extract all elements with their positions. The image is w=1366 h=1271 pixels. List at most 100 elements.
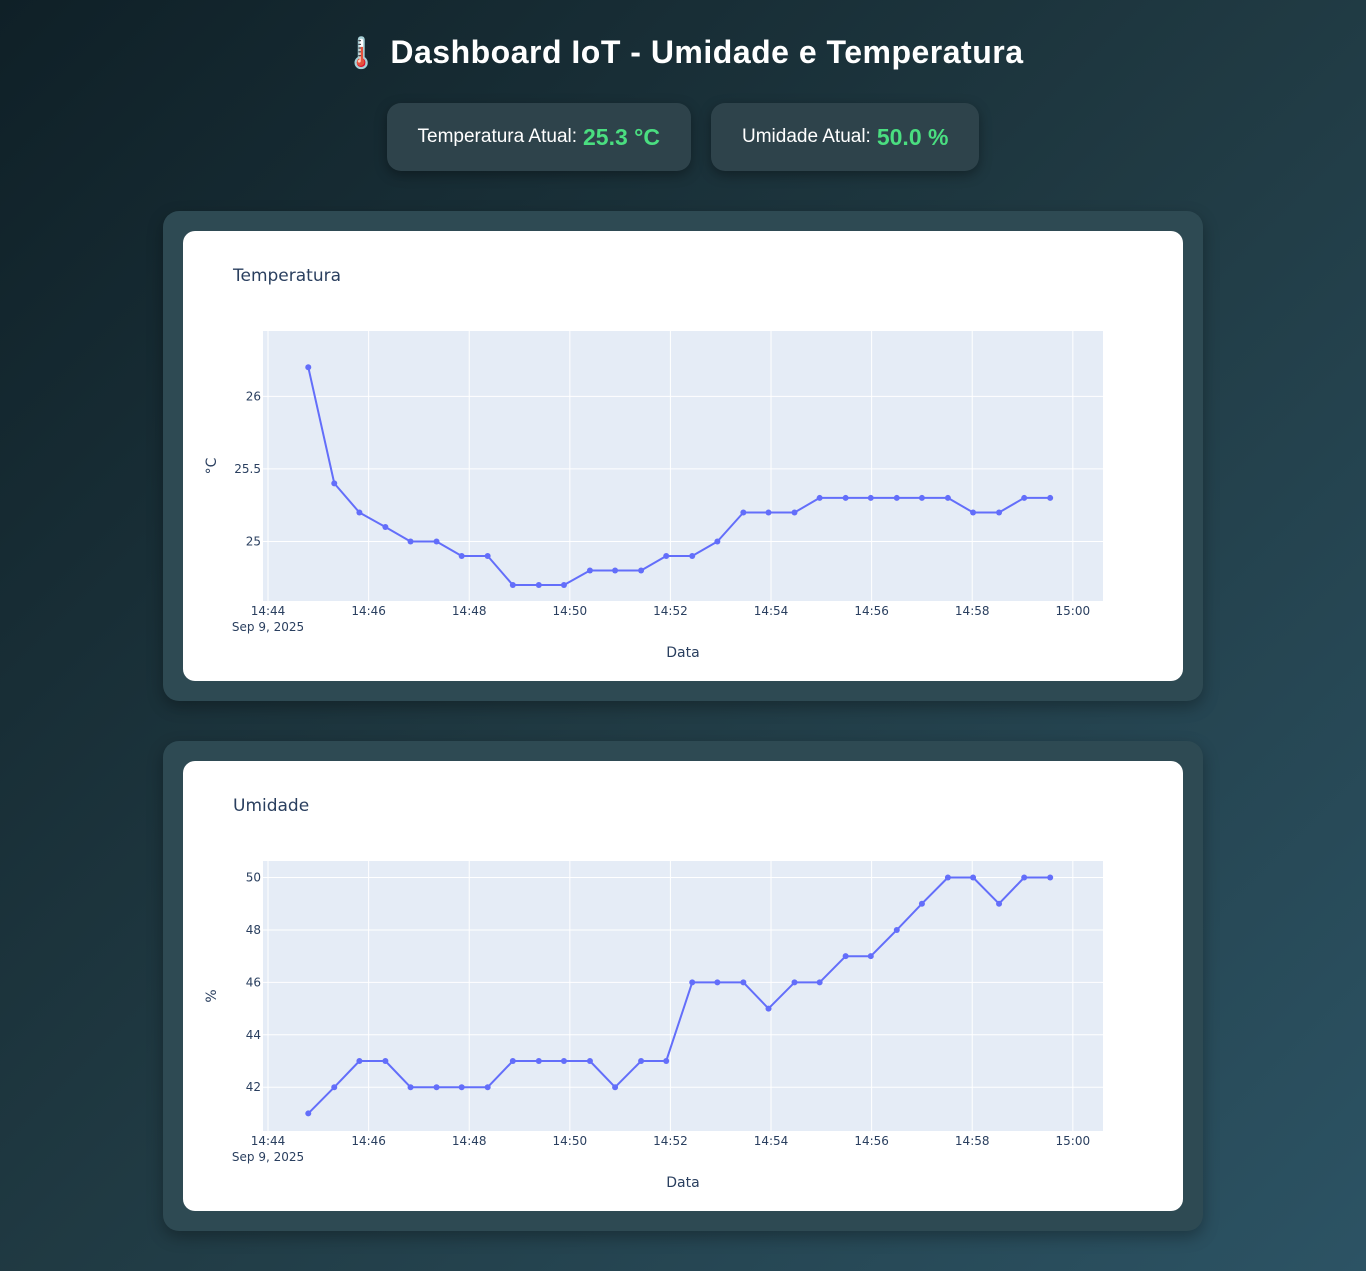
data-point — [612, 1084, 619, 1091]
data-point — [356, 509, 363, 516]
data-point — [714, 979, 721, 986]
x-tick-label: 14:56 — [854, 1134, 889, 1148]
x-tick-label: 14:44 — [251, 1134, 286, 1148]
chart-title: Umidade — [233, 796, 309, 816]
x-axis-title: Data — [666, 645, 699, 661]
data-point — [407, 1084, 414, 1091]
data-point — [356, 1058, 363, 1065]
data-point — [893, 494, 900, 501]
data-point — [638, 567, 645, 574]
data-point — [509, 582, 516, 589]
data-point — [740, 509, 747, 516]
humidity-chart-svg[interactable]: Umidade 14:44 14:46 14:48 14:50 14:52 14:54 14:… — [183, 761, 1183, 1211]
data-point — [996, 509, 1003, 516]
data-point — [331, 480, 338, 487]
data-point — [638, 1058, 645, 1065]
data-point — [535, 582, 542, 589]
x-tick-label: 14:54 — [754, 1134, 789, 1148]
data-point — [382, 1058, 389, 1065]
data-point — [382, 523, 389, 530]
y-tick-label: 25.5 — [234, 462, 261, 476]
x-tick-label: 15:00 — [1056, 604, 1091, 618]
data-point — [918, 900, 925, 907]
data-point — [331, 1084, 338, 1091]
humidity-value: 50.0 % — [876, 123, 949, 150]
plot-area — [263, 331, 1103, 601]
data-point — [560, 582, 567, 589]
data-point — [970, 509, 977, 516]
humidity-chart[interactable]: Umidade 14:44 14:46 14:48 14:50 14:52 14:54 14:… — [183, 761, 1183, 1211]
data-point — [407, 538, 414, 545]
x-tick-label: 14:48 — [452, 604, 487, 618]
data-point — [996, 900, 1003, 907]
data-point — [689, 553, 696, 559]
temperature-panel: Temperatura 14:44 14:46 14:48 14:50 14:52 14:5… — [163, 211, 1203, 701]
x-tick-label: 14:56 — [854, 604, 889, 618]
y-tick-label: 46 — [246, 975, 261, 989]
data-point — [458, 1084, 465, 1091]
data-point — [305, 364, 312, 371]
data-point — [560, 1058, 567, 1065]
temperature-label: Temperatura Atual: — [417, 126, 578, 147]
x-tick-label: 14:50 — [553, 1134, 588, 1148]
data-point — [765, 509, 772, 516]
temperature-chart[interactable]: Temperatura 14:44 14:46 14:48 14:50 14:52 14:5… — [183, 231, 1183, 681]
plot-area — [263, 861, 1103, 1131]
data-point — [305, 1110, 312, 1117]
data-point — [714, 538, 721, 545]
page-title: 🌡️ Dashboard IoT - Umidade e Temperatura — [0, 34, 1366, 71]
data-point — [1021, 874, 1028, 881]
data-point — [509, 1058, 516, 1065]
y-tick-label: 48 — [246, 923, 261, 937]
data-point — [893, 926, 900, 933]
x-tick-label: 15:00 — [1056, 1134, 1091, 1148]
data-point — [612, 567, 619, 574]
data-point — [433, 538, 440, 545]
y-tick-label: 50 — [246, 871, 261, 885]
temperature-chart-svg[interactable]: Temperatura 14:44 14:46 14:48 14:50 14:52 14:5… — [183, 231, 1183, 681]
data-point — [918, 494, 925, 501]
x-tick-label: 14:52 — [653, 604, 688, 618]
data-point — [740, 979, 747, 986]
chart-title: Temperatura — [232, 266, 341, 286]
data-point — [433, 1084, 440, 1091]
x-tick-label: 14:46 — [351, 1134, 386, 1148]
humidity-panel: Umidade 14:44 14:46 14:48 14:50 14:52 14:54 14:… — [163, 741, 1203, 1231]
data-point — [867, 953, 874, 960]
x-tick-label: 14:58 — [955, 604, 990, 618]
humidity-card: Umidade Atual: 50.0 % — [710, 103, 980, 171]
data-point — [1047, 494, 1054, 501]
y-tick-label: 25 — [246, 534, 261, 548]
data-point — [458, 553, 465, 559]
x-tick-label: 14:52 — [653, 1134, 688, 1148]
data-point — [765, 1005, 772, 1012]
x-axis-title: Data — [666, 1175, 699, 1191]
data-point — [535, 1058, 542, 1065]
data-point — [816, 979, 823, 986]
x-tick-label: 14:48 — [452, 1134, 487, 1148]
data-point — [944, 494, 951, 501]
x-tick-label: 14:50 — [553, 604, 588, 618]
data-point — [586, 1058, 593, 1065]
data-point — [689, 979, 696, 986]
temperature-card: Temperatura Atual: 25.3 °C — [386, 103, 691, 171]
data-point — [663, 553, 670, 559]
data-point — [586, 567, 593, 574]
data-point — [842, 494, 849, 501]
data-point — [816, 494, 823, 501]
data-point — [1021, 494, 1028, 501]
y-tick-label: 44 — [246, 1028, 261, 1042]
data-point — [791, 509, 798, 516]
x-tick-label: 14:46 — [351, 604, 386, 618]
x-tick-label: 14:58 — [955, 1134, 990, 1148]
data-point — [484, 553, 491, 559]
thermometer-icon: 🌡️ — [342, 37, 381, 70]
x-date-label: Sep 9, 2025 — [232, 1150, 304, 1164]
y-axis-title: °C — [204, 457, 220, 474]
page-title-text: Dashboard IoT - Umidade e Temperatura — [390, 34, 1024, 70]
data-point — [842, 953, 849, 960]
data-point — [791, 979, 798, 986]
x-date-label: Sep 9, 2025 — [232, 620, 304, 634]
y-axis-title: % — [204, 989, 220, 1002]
current-readings: Temperatura Atual: 25.3 °C Umidade Atual… — [0, 103, 1366, 171]
